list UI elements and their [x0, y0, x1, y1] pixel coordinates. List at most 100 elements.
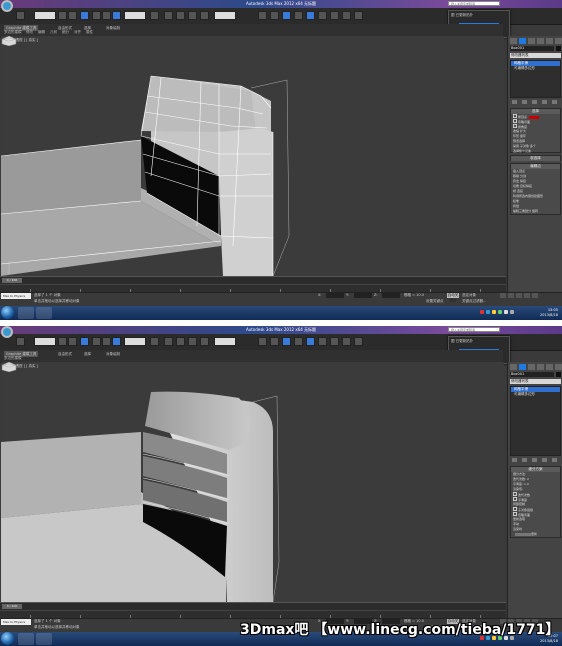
spinner-snap-icon[interactable] [200, 337, 209, 346]
material-editor-icon[interactable] [318, 11, 327, 20]
utilities-tab-icon[interactable] [555, 38, 562, 44]
tray-icon[interactable] [480, 310, 484, 314]
render-icon[interactable] [354, 11, 363, 20]
mirror-icon[interactable] [258, 337, 267, 346]
maxscript-listener[interactable]: Max to Physics [1, 293, 31, 299]
percent-snap-icon[interactable] [188, 11, 197, 20]
viewcube-icon[interactable] [1, 362, 17, 372]
select-by-name-icon[interactable] [68, 11, 77, 20]
render-setup-icon[interactable] [330, 11, 339, 20]
tab-object-paint[interactable]: 对象绘制 [106, 25, 120, 31]
move-icon[interactable] [92, 337, 101, 346]
render-frame-icon[interactable] [342, 11, 351, 20]
rotate-icon[interactable] [102, 337, 111, 346]
reference-coord-dropdown[interactable] [124, 11, 146, 20]
taskbar-app-icon[interactable] [18, 633, 34, 645]
spinner-snap-icon[interactable] [200, 11, 209, 20]
tab-freeform[interactable]: 自由形式 [58, 351, 72, 357]
snap-icon[interactable] [164, 337, 173, 346]
stack-item-editable-poly[interactable]: 可编辑多边形 [511, 392, 560, 397]
checkbox-icon[interactable] [513, 512, 517, 516]
modifier-list-dropdown[interactable]: 修改器列表 [510, 379, 561, 384]
modifier-list-dropdown[interactable]: 修改器列表 [510, 53, 561, 58]
ribbon-panel-geometry[interactable]: 几何 [50, 30, 57, 35]
select-icon[interactable] [58, 11, 67, 20]
update-button[interactable] [515, 532, 531, 536]
select-by-name-icon[interactable] [68, 337, 77, 346]
display-tab-icon[interactable] [546, 38, 553, 44]
search-input[interactable]: 键入关键字或短语 [448, 1, 500, 6]
ribbon-panel-edit[interactable]: 编辑 [38, 30, 45, 35]
rollout-row[interactable]: 选择整个元素 [511, 149, 560, 154]
schematic-icon[interactable] [306, 337, 315, 346]
reference-coord-dropdown[interactable] [124, 337, 146, 346]
named-selection-dropdown[interactable] [214, 337, 236, 346]
checkbox-icon[interactable] [513, 114, 517, 118]
motion-tab-icon[interactable] [537, 38, 544, 44]
create-tab-icon[interactable] [510, 364, 517, 370]
object-color-swatch[interactable] [556, 46, 561, 51]
tray-icon[interactable] [498, 310, 502, 314]
checkbox-icon[interactable] [513, 507, 517, 511]
angle-snap-icon[interactable] [176, 11, 185, 20]
tray-icon[interactable] [492, 310, 496, 314]
layer-icon[interactable] [282, 337, 291, 346]
show-end-result-icon[interactable] [522, 458, 527, 462]
ribbon-panel-modify[interactable]: 修改 [26, 30, 33, 35]
named-selection-dropdown[interactable] [214, 11, 236, 20]
prev-frame-icon[interactable] [508, 293, 514, 298]
tab-selection[interactable]: 选择 [84, 351, 91, 357]
ribbon-panel-poly[interactable]: 多边形建模 [4, 356, 22, 361]
tray-icon[interactable] [486, 310, 490, 314]
select-icon[interactable] [58, 337, 67, 346]
select-region-icon[interactable] [80, 337, 89, 346]
taskbar-app-icon[interactable] [18, 307, 34, 319]
y-coord-field[interactable] [354, 293, 372, 298]
make-unique-icon[interactable] [532, 100, 537, 104]
perspective-viewport[interactable]: [ + ] [ 透视 ] [ 真实 ] [1, 362, 504, 602]
time-slider[interactable]: 0 / 100 [2, 278, 22, 283]
ribbon-panel-subdivision[interactable]: 细分 [62, 30, 69, 35]
rollout-row[interactable]: 更新 [511, 532, 560, 537]
move-icon[interactable] [92, 11, 101, 20]
play-icon[interactable] [516, 293, 522, 298]
go-to-end-icon[interactable] [532, 293, 538, 298]
checkbox-icon[interactable] [513, 497, 517, 501]
align-icon[interactable] [270, 337, 279, 346]
motion-tab-icon[interactable] [537, 364, 544, 370]
start-orb-icon[interactable] [1, 632, 14, 645]
viewcube-icon[interactable] [1, 36, 17, 46]
curve-editor-icon[interactable] [294, 11, 303, 20]
scale-icon[interactable] [112, 337, 121, 346]
start-orb-icon[interactable] [1, 306, 14, 319]
curve-editor-icon[interactable] [294, 337, 303, 346]
render-setup-icon[interactable] [330, 337, 339, 346]
render-icon[interactable] [354, 337, 363, 346]
display-tab-icon[interactable] [546, 364, 553, 370]
perspective-viewport[interactable]: [ + ] [ 透视 ] [ 真实 ] [1, 36, 504, 276]
snap-icon[interactable] [164, 11, 173, 20]
scale-icon[interactable] [112, 11, 121, 20]
selected-dropdown[interactable]: 选定对象 [462, 293, 476, 298]
z-coord-field[interactable] [382, 293, 400, 298]
go-to-start-icon[interactable] [500, 293, 506, 298]
mirror-icon[interactable] [258, 11, 267, 20]
setkey-button[interactable]: 设置关键点 [426, 299, 444, 304]
utilities-tab-icon[interactable] [555, 364, 562, 370]
checkbox-icon[interactable] [513, 119, 517, 123]
create-tab-icon[interactable] [510, 38, 517, 44]
time-slider[interactable]: 0 / 100 [2, 604, 22, 609]
key-filters-button[interactable]: 关键点过滤器... [462, 299, 486, 304]
clock[interactable]: 15:05 2013/8/18 [540, 308, 558, 318]
ribbon-panel-poly[interactable]: 多边形建模 [4, 30, 22, 35]
app-menu-icon[interactable] [1, 0, 13, 12]
make-unique-icon[interactable] [532, 458, 537, 462]
layer-icon[interactable] [282, 11, 291, 20]
taskbar-3dsmax-icon[interactable] [36, 633, 52, 645]
pin-stack-icon[interactable] [512, 458, 517, 462]
remove-modifier-icon[interactable] [542, 100, 547, 104]
x-coord-field[interactable] [326, 293, 344, 298]
pin-stack-icon[interactable] [512, 100, 517, 104]
tab-object-paint[interactable]: 对象绘制 [106, 351, 120, 357]
checkbox-icon[interactable] [513, 492, 517, 496]
